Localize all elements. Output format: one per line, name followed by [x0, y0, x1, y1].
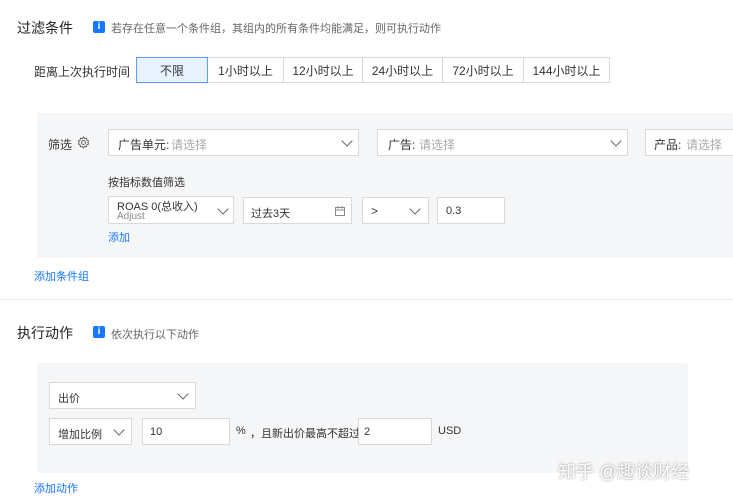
- cap-input[interactable]: 2: [358, 418, 432, 445]
- chevron-down-icon: [610, 135, 622, 147]
- currency-label: USD: [438, 425, 462, 437]
- percent-input[interactable]: 10: [142, 418, 230, 445]
- time-option-unlimited[interactable]: 不限: [136, 57, 208, 83]
- ad-unit-select[interactable]: 广告单元: 请选择: [108, 129, 359, 156]
- action-section-title: 执行动作: [17, 325, 73, 341]
- time-option-24h[interactable]: 24小时以上: [363, 57, 443, 83]
- ad-unit-placeholder: 请选择: [171, 138, 208, 152]
- ad-placeholder: 请选择: [419, 138, 456, 152]
- calendar-icon: [335, 206, 345, 216]
- cap-text: ，且新出价最高不超过: [250, 428, 360, 440]
- time-option-144h[interactable]: 144小时以上: [524, 57, 610, 83]
- product-placeholder: 请选择: [686, 138, 723, 152]
- threshold-input[interactable]: 0.3: [437, 197, 505, 224]
- add-condition-group-link[interactable]: 添加条件组: [34, 268, 89, 284]
- ad-select[interactable]: 广告: 请选择: [377, 129, 628, 156]
- watermark: 知乎 @趣谈财经: [558, 462, 690, 482]
- metric-select[interactable]: ROAS 0(总收入) Adjust: [108, 196, 234, 224]
- product-select[interactable]: 产品: 请选择: [645, 129, 733, 156]
- time-option-72h[interactable]: 72小时以上: [443, 57, 524, 83]
- period-value: 过去3天: [251, 208, 291, 220]
- chevron-down-icon: [217, 203, 229, 215]
- action-type-select[interactable]: 出价: [49, 382, 196, 409]
- percent-value: 10: [150, 426, 163, 438]
- add-action-link[interactable]: 添加动作: [34, 480, 78, 496]
- section-divider: [0, 299, 733, 300]
- time-option-1h[interactable]: 1小时以上: [208, 57, 284, 83]
- metric-source: Adjust: [117, 211, 145, 222]
- time-option-12h[interactable]: 12小时以上: [284, 57, 363, 83]
- percent-unit: %: [236, 425, 246, 437]
- gear-icon[interactable]: [77, 136, 90, 149]
- period-picker[interactable]: 过去3天: [243, 197, 352, 224]
- metric-section-label: 按指标数值筛选: [108, 177, 185, 189]
- chevron-down-icon: [409, 203, 421, 215]
- operator-value: >: [371, 204, 379, 218]
- chevron-down-icon: [177, 388, 189, 400]
- operator-select[interactable]: >: [362, 197, 429, 224]
- chevron-down-icon: [113, 424, 125, 436]
- threshold-value: 0.3: [446, 205, 462, 217]
- cap-value: 2: [364, 426, 371, 438]
- screen-label: 筛选: [48, 138, 73, 152]
- ad-label: 广告:: [388, 138, 416, 152]
- action-hint: 依次执行以下动作: [111, 329, 199, 341]
- filter-section-title: 过滤条件: [17, 20, 73, 36]
- action-type-value: 出价: [58, 393, 80, 405]
- chevron-down-icon: [341, 135, 353, 147]
- last-exec-label: 距离上次执行时间: [34, 65, 131, 79]
- add-metric-link[interactable]: 添加: [108, 229, 130, 245]
- filter-hint: 若存在任意一个条件组，其组内的所有条件均能满足，则可执行动作: [111, 23, 441, 35]
- adjust-mode-select[interactable]: 增加比例: [49, 418, 132, 445]
- info-icon: i: [93, 21, 105, 33]
- ad-unit-label: 广告单元:: [118, 138, 170, 152]
- info-icon: i: [93, 326, 105, 338]
- adjust-mode-value: 增加比例: [58, 429, 102, 441]
- product-label: 产品:: [654, 138, 682, 152]
